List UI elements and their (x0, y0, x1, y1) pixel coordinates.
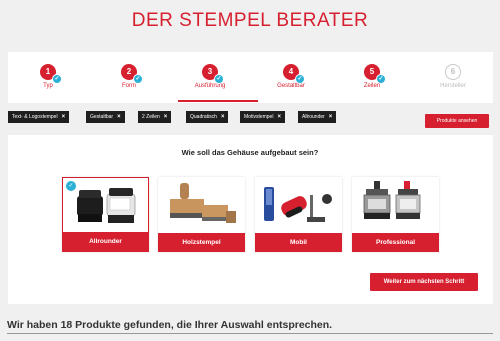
option-mobil[interactable]: Mobil (255, 177, 342, 252)
check-icon: ✓ (133, 74, 143, 84)
results-heading: Wir haben 18 Produkte gefunden, die Ihre… (7, 319, 333, 331)
step-number: 1 ✓ (40, 64, 62, 84)
check-icon: ✓ (66, 181, 76, 191)
close-icon[interactable]: × (329, 114, 333, 120)
filter-chip[interactable]: Allrounder × (298, 111, 337, 123)
divider (7, 333, 493, 334)
filter-chip[interactable]: 2 Zeilen × (138, 111, 172, 123)
filter-chip[interactable]: Gestaltbar × (86, 111, 125, 123)
filter-chip[interactable]: Motivstempel × (240, 111, 285, 123)
option-label: Allrounder (63, 232, 148, 251)
close-icon[interactable]: × (277, 114, 281, 120)
step-number: 5 ✓ (364, 64, 386, 84)
step-label: Typ (43, 83, 53, 89)
step-zeilen[interactable]: 5 ✓ Zeilen (332, 64, 412, 89)
check-icon: ✓ (376, 74, 386, 84)
step-label: Form (122, 83, 136, 89)
professional-stamp-image (352, 177, 439, 233)
option-label: Professional (352, 233, 439, 252)
next-step-button[interactable]: Weiter zum nächsten Schritt (370, 273, 478, 291)
option-holzstempel[interactable]: Holzstempel (158, 177, 245, 252)
wooden-stamp-image (158, 177, 245, 233)
mobile-stamp-image (255, 177, 342, 233)
step-number: 2 ✓ (121, 64, 143, 84)
question-heading: Wie soll das Gehäuse aufgebaut sein? (181, 148, 319, 157)
option-label: Holzstempel (158, 233, 245, 252)
step-number: 6 (445, 64, 461, 80)
option-professional[interactable]: Professional (352, 177, 439, 252)
close-icon[interactable]: × (221, 114, 225, 120)
step-label: Ausführung (194, 83, 226, 89)
step-ausfuehrung[interactable]: 3 ✓ Ausführung (170, 64, 250, 89)
close-icon[interactable]: × (164, 114, 168, 120)
step-hersteller: 6 Hersteller (413, 64, 493, 89)
step-form[interactable]: 2 ✓ Form (89, 64, 169, 89)
filter-chip[interactable]: Quadratisch × (186, 111, 229, 123)
check-icon: ✓ (52, 74, 62, 84)
step-progress-bar: 1 ✓ Typ 2 ✓ Form 3 ✓ Ausführung 4 ✓ Gestaltb… (8, 52, 493, 103)
check-icon: ✓ (214, 74, 224, 84)
active-step-indicator (178, 100, 258, 102)
page-title: DER STEMPEL BERATER (131, 10, 369, 31)
show-products-button[interactable]: Produkte ansehen (425, 114, 489, 128)
check-icon: ✓ (295, 74, 305, 84)
close-icon[interactable]: × (62, 114, 66, 120)
step-label: Hersteller (440, 83, 466, 89)
step-gestaltbar[interactable]: 4 ✓ Gestaltbar (251, 64, 331, 89)
step-label: Zeilen (363, 83, 381, 89)
option-allrounder[interactable]: ✓ Allrounder (62, 177, 149, 252)
step-number: 4 ✓ (283, 64, 305, 84)
option-label: Mobil (255, 233, 342, 252)
step-typ[interactable]: 1 ✓ Typ (8, 64, 88, 89)
step-label: Gestaltbar (277, 83, 305, 89)
step-number: 3 ✓ (202, 64, 224, 84)
filter-chip[interactable]: Text- & Logostempel × (8, 111, 70, 123)
close-icon[interactable]: × (117, 114, 121, 120)
